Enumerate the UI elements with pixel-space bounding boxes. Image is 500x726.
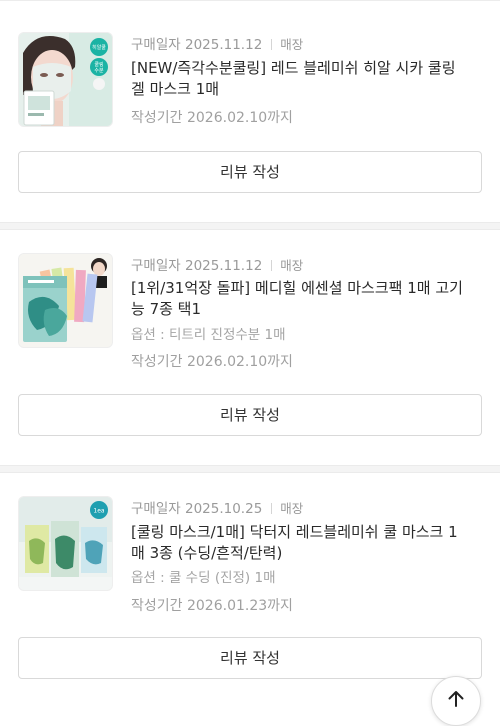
store-type: 매장 bbox=[280, 258, 304, 273]
review-period-date: 2026.02.10까지 bbox=[186, 354, 293, 370]
thumb-badge: 1ea bbox=[93, 508, 105, 515]
product-title[interactable]: [쿨링 마스크/1매] 닥터지 레드블레미쉬 쿨 마스크 1매 3종 (수딩/흔… bbox=[131, 522, 471, 564]
product-image: 히알쿨 쿨링 수분 bbox=[19, 33, 112, 126]
review-period-date: 2026.01.23까지 bbox=[186, 598, 293, 614]
meta-divider bbox=[271, 39, 273, 50]
order-meta: 구매일자 2025.10.25 매장 bbox=[131, 497, 303, 517]
write-review-button[interactable]: 리뷰 작성 bbox=[18, 394, 482, 436]
write-review-button[interactable]: 리뷰 작성 bbox=[18, 151, 482, 193]
review-period: 작성기간 2026.02.10까지 bbox=[131, 107, 293, 127]
purchase-date: 2025.11.12 bbox=[184, 37, 263, 53]
store-type: 매장 bbox=[280, 501, 304, 516]
order-meta: 구매일자 2025.11.12 매장 bbox=[131, 33, 303, 53]
section-divider bbox=[0, 222, 500, 230]
product-image: 1ea bbox=[19, 497, 112, 590]
product-option: 옵션 : 티트리 진정수분 1매 bbox=[131, 327, 286, 343]
arrow-up-icon bbox=[448, 691, 464, 707]
product-image bbox=[19, 254, 112, 347]
meta-divider bbox=[271, 503, 273, 514]
product-thumbnail[interactable]: 히알쿨 쿨링 수분 bbox=[18, 32, 113, 127]
purchase-date-label: 구매일자 bbox=[131, 258, 181, 274]
review-period: 작성기간 2026.02.10까지 bbox=[131, 351, 293, 371]
product-thumbnail[interactable]: 1ea bbox=[18, 496, 113, 591]
product-option: 옵션 : 쿨 수딩 (진정) 1매 bbox=[131, 570, 276, 586]
purchase-date-label: 구매일자 bbox=[131, 501, 181, 517]
write-review-button[interactable]: 리뷰 작성 bbox=[18, 637, 482, 679]
thumb-badge-2: 쿨링 bbox=[94, 61, 103, 68]
purchase-date: 2025.10.25 bbox=[184, 501, 263, 517]
thumb-badge-1: 히알쿨 bbox=[92, 44, 106, 51]
product-title[interactable]: [NEW/즉각수분쿨링] 레드 블레미쉬 히알 시카 쿨링 겔 마스크 1매 bbox=[131, 58, 471, 100]
purchase-date: 2025.11.12 bbox=[184, 258, 263, 274]
product-title[interactable]: [1위/31억장 돌파] 메디힐 에센셜 마스크팩 1매 고기능 7종 택1 bbox=[131, 278, 471, 320]
review-period-label: 작성기간 bbox=[131, 598, 183, 614]
section-divider bbox=[0, 465, 500, 473]
review-period: 작성기간 2026.01.23까지 bbox=[131, 595, 293, 615]
meta-divider bbox=[271, 260, 273, 271]
thumb-badge-3: 수분 bbox=[94, 68, 104, 74]
review-period-label: 작성기간 bbox=[131, 354, 183, 370]
review-period-label: 작성기간 bbox=[131, 110, 183, 126]
order-item: 구매일자 2025.11.12 매장 [1위/31억장 돌파] 메디힐 에센셜 마… bbox=[0, 230, 500, 465]
scroll-to-top-button[interactable] bbox=[431, 676, 481, 726]
order-meta: 구매일자 2025.11.12 매장 bbox=[131, 254, 303, 274]
order-item: 1ea 구매일자 2025.10.25 매장 [쿨링 마스크/1매] 닥터지 레드… bbox=[0, 473, 500, 709]
order-item: 히알쿨 쿨링 수분 구매일자 2025.11.12 매장 [NEW/즉각수분쿨링]… bbox=[0, 1, 500, 222]
review-period-date: 2026.02.10까지 bbox=[186, 110, 293, 126]
product-thumbnail[interactable] bbox=[18, 253, 113, 348]
purchase-date-label: 구매일자 bbox=[131, 37, 181, 53]
store-type: 매장 bbox=[280, 37, 304, 52]
